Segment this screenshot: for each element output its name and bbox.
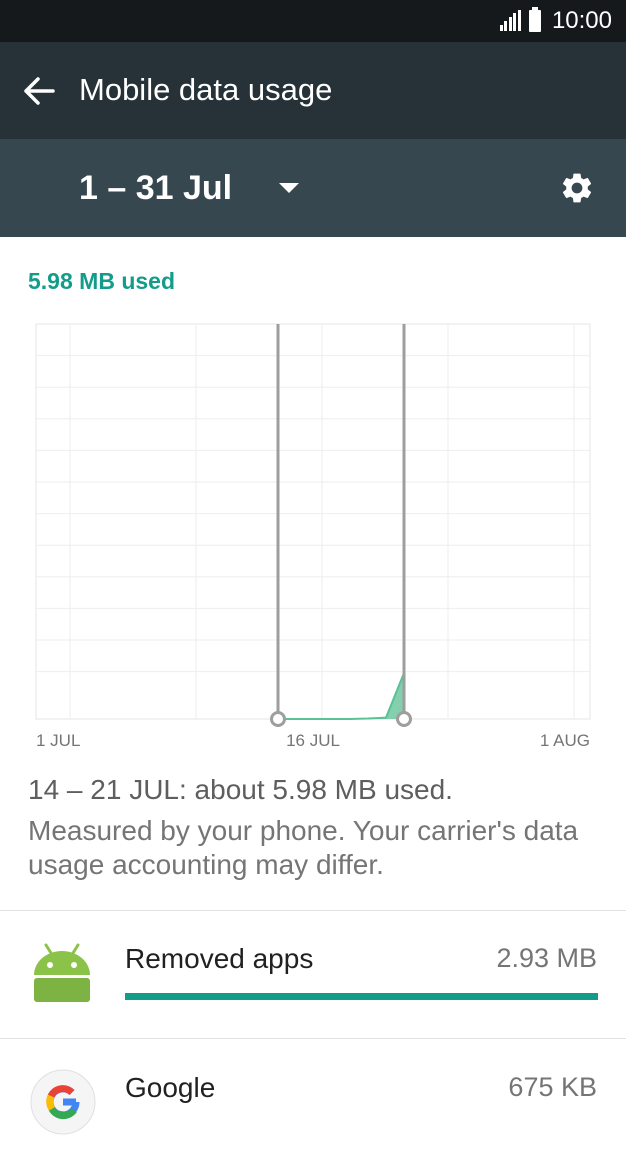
arrow-back-icon[interactable]	[22, 76, 56, 106]
page-title: Mobile data usage	[79, 72, 333, 107]
signal-icon	[498, 10, 521, 31]
app-name: Removed apps	[125, 943, 314, 974]
battery-icon	[528, 7, 541, 32]
app-row-removed-apps[interactable]: Removed apps 2.93 MB	[0, 911, 626, 1039]
app-bar: Mobile data usage	[0, 42, 626, 139]
gear-icon[interactable]	[559, 170, 595, 206]
dropdown-caret-icon[interactable]	[279, 183, 299, 193]
series-area	[278, 673, 404, 719]
period-summary: 14 – 21 JUL: about 5.98 MB used.	[28, 774, 453, 805]
series-line	[278, 672, 405, 720]
app-usage-size: 675 KB	[508, 1072, 597, 1102]
usage-chart: 1 JUL 16 JUL 1 AUG	[35, 323, 591, 750]
status-clock: 10:00	[551, 7, 612, 34]
status-bar: 10:00	[0, 0, 626, 42]
measurement-note: Measured by your phone. Your carrier's d…	[28, 815, 579, 880]
app-usage-size: 2.93 MB	[496, 943, 597, 973]
app-name: Google	[125, 1072, 216, 1103]
chart-frame	[35, 323, 591, 720]
android-robot-icon	[34, 943, 90, 1002]
google-logo-icon	[30, 1069, 96, 1135]
chart-sweeps	[270, 324, 412, 727]
chart-grid	[35, 323, 591, 720]
app-row-google[interactable]: Google 675 KB	[0, 1039, 626, 1167]
x-tick-label: 1 AUG	[540, 731, 590, 750]
status-icons: 10:00	[498, 0, 612, 42]
chart-x-labels: 1 JUL 16 JUL 1 AUG	[36, 731, 590, 750]
chart-series	[278, 672, 405, 720]
x-tick-label: 1 JUL	[36, 731, 80, 750]
usage-total: 5.98 MB used	[28, 268, 175, 294]
sweep-start-handle	[270, 711, 286, 727]
usage-bar-fill	[125, 993, 598, 1000]
x-tick-label: 16 JUL	[286, 731, 340, 750]
cycle-bar: 1 – 31 Jul	[0, 139, 626, 237]
cycle-range-spinner[interactable]: 1 – 31 Jul	[79, 169, 232, 208]
sweep-end-handle	[396, 711, 412, 727]
usage-bar	[125, 993, 598, 1000]
